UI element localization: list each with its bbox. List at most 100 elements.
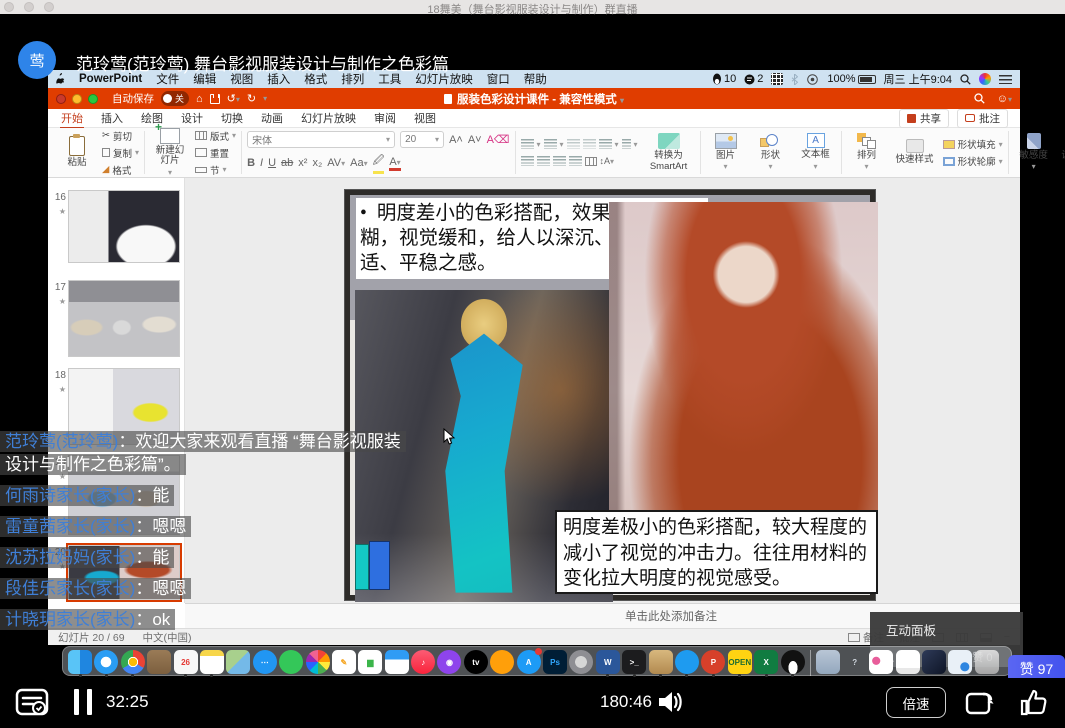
copy-button[interactable]: 复制 ▾ [102, 146, 139, 160]
grow-font-button[interactable]: A˄ [449, 134, 463, 146]
ppt-zoom-button[interactable] [88, 94, 98, 104]
message-status-icon[interactable]: 2 [744, 73, 763, 85]
shape-fill-button[interactable]: 形状填充 ▾ [943, 137, 1003, 151]
dock-icon[interactable]: ▆ [358, 649, 382, 677]
menubar-item[interactable]: 格式 [304, 74, 327, 86]
quick-styles-button[interactable]: 快速样式 [892, 139, 938, 165]
slide-thumbnail-image[interactable] [68, 190, 180, 263]
clear-formatting-button[interactable]: A⌫ [487, 133, 510, 146]
dock-icon[interactable] [200, 649, 224, 677]
streamer-avatar[interactable]: 莺 [18, 41, 56, 79]
align-text-button[interactable]: ↕A▾ [600, 156, 615, 166]
cut-button[interactable]: ✂ 剪切 [102, 129, 139, 143]
decrease-indent-button[interactable] [567, 139, 580, 149]
ribbon-tab[interactable]: 切换 [220, 111, 244, 127]
change-case-button[interactable]: Aa▾ [350, 157, 367, 169]
redo-icon[interactable]: ↻ [247, 92, 256, 105]
dock-icon[interactable] [816, 649, 840, 677]
ppt-search-icon[interactable] [974, 93, 985, 104]
feedback-smiley-icon[interactable]: ☺▾ [997, 93, 1012, 105]
textbox-button[interactable]: A文本框▾ [796, 133, 836, 171]
input-method-icon[interactable] [771, 73, 783, 85]
screen-share-icon[interactable] [806, 74, 819, 85]
dock-icon[interactable] [810, 650, 811, 676]
dock-icon[interactable] [649, 649, 673, 677]
ribbon-tab[interactable]: 视图 [413, 111, 437, 127]
save-icon[interactable] [210, 94, 220, 104]
ppt-minimize-button[interactable] [72, 94, 82, 104]
dock-icon[interactable]: A [517, 649, 541, 677]
menubar-item[interactable]: 幻灯片放映 [415, 74, 473, 86]
dock-icon[interactable] [975, 649, 999, 677]
dock-icon[interactable] [279, 649, 303, 677]
columns-button[interactable] [622, 139, 631, 149]
line-spacing-button[interactable] [599, 139, 612, 149]
dock-icon[interactable] [68, 649, 92, 677]
slide-caption-textbox[interactable]: 明度差极小的色彩搭配，较大程度的减小了视觉的冲击力。往往用材料的变化拉大明度的视… [555, 510, 878, 594]
ribbon-tab[interactable]: 动画 [260, 111, 284, 127]
dock-icon[interactable] [306, 649, 330, 677]
siri-icon[interactable] [979, 73, 991, 85]
align-left-button[interactable] [521, 156, 534, 166]
arrange-button[interactable]: 排列▾ [847, 133, 887, 172]
dock-icon[interactable] [226, 649, 250, 677]
dock-icon[interactable] [490, 649, 514, 677]
menubar-item[interactable]: 视图 [230, 74, 253, 86]
format-painter-button[interactable]: ◢ 格式 [102, 163, 139, 177]
dock-icon[interactable]: ⋯ [253, 649, 277, 677]
subscript-button[interactable]: x₂ [312, 157, 322, 169]
reset-button[interactable]: 重置 [195, 146, 236, 160]
dock-icon[interactable] [781, 649, 805, 677]
ribbon-tab[interactable]: 审阅 [373, 111, 397, 127]
dock-icon[interactable]: X [754, 649, 778, 677]
dock-icon[interactable] [569, 649, 593, 677]
menubar-item[interactable]: 插入 [267, 74, 290, 86]
sensitivity-button[interactable]: 敏感度▾ [1014, 133, 1054, 172]
dock-icon[interactable] [94, 649, 118, 677]
new-slide-button[interactable]: 新建幻灯片▾ [150, 128, 190, 178]
dock-icon[interactable] [147, 649, 171, 677]
paste-button[interactable]: 粘贴 [57, 136, 97, 168]
dock-icon[interactable]: W [596, 649, 620, 677]
underline-button[interactable]: U [268, 157, 276, 169]
strikethrough-button[interactable]: ab [281, 157, 293, 169]
comments-button[interactable]: 批注 [957, 109, 1008, 128]
convert-smartart-button[interactable]: 转换为SmartArt [643, 133, 695, 172]
dock-icon[interactable]: 26 [174, 649, 198, 677]
character-spacing-button[interactable]: AV▾ [327, 157, 345, 169]
pause-button[interactable] [74, 689, 96, 715]
dock-icon[interactable]: OPEN [728, 649, 752, 677]
shapes-button[interactable]: 形状▾ [751, 133, 791, 172]
chat-list-button[interactable] [15, 686, 49, 720]
menubar-item[interactable]: 文件 [156, 74, 179, 86]
home-icon[interactable]: ⌂ [196, 93, 203, 105]
ppt-close-button[interactable] [56, 94, 66, 104]
language-indicator[interactable]: 中文(中国) [143, 630, 192, 645]
bullets-button[interactable] [521, 139, 534, 149]
menubar-item[interactable]: 工具 [378, 74, 401, 86]
slide-thumbnail-image[interactable] [68, 280, 180, 357]
qq-status-icon[interactable]: 10 [712, 73, 736, 85]
dock-icon[interactable]: P [701, 649, 725, 677]
picture-button[interactable]: 图片▾ [706, 133, 746, 172]
superscript-button[interactable]: x² [298, 157, 307, 169]
increase-indent-button[interactable] [583, 139, 596, 149]
dock-icon[interactable]: ✎ [332, 649, 356, 677]
share-button[interactable]: 共享 [899, 109, 949, 128]
menubar-item[interactable]: 编辑 [193, 74, 216, 86]
ribbon-tab[interactable]: 设计 [180, 111, 204, 127]
layout-button[interactable]: 版式 ▾ [195, 129, 236, 143]
ribbon-tab[interactable]: 插入 [100, 111, 124, 127]
menubar-clock[interactable]: 周三 上午9:04 [884, 71, 952, 87]
font-name-select[interactable]: 宋体▾ [247, 131, 395, 148]
apple-menu-icon[interactable] [56, 73, 67, 85]
toolbar-more-icon[interactable]: ▾ [263, 94, 267, 103]
dock-icon[interactable] [121, 649, 145, 677]
dock-icon[interactable]: ◉ [437, 649, 461, 677]
ribbon-tab[interactable]: 开始 [60, 111, 84, 129]
ribbon-tab[interactable]: 幻灯片放映 [300, 111, 357, 127]
dock-icon[interactable]: tv [464, 649, 488, 677]
spotlight-search-icon[interactable] [960, 74, 971, 85]
shape-outline-button[interactable]: 形状轮廓 ▾ [943, 154, 1003, 168]
volume-button[interactable] [655, 688, 683, 716]
